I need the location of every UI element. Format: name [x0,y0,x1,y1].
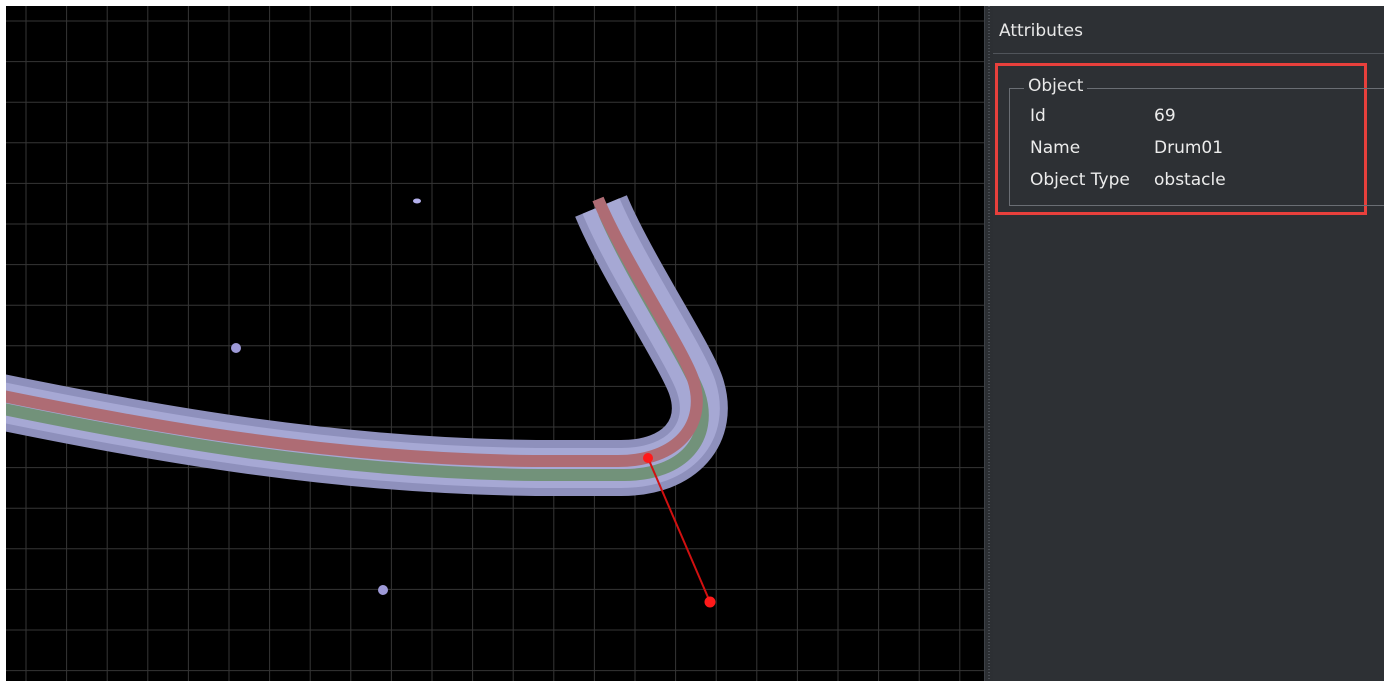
attributes-panel: Attributes Object Id 69 Name Drum01 Obje… [993,6,1384,681]
panel-splitter[interactable] [984,6,993,681]
scene-object-dot[interactable] [413,198,421,204]
scene-object-dot[interactable] [231,343,241,353]
scene-object-dot[interactable] [378,585,388,595]
scene-viewport[interactable] [6,6,984,681]
scene-canvas[interactable] [6,6,984,681]
panel-title: Attributes [993,6,1384,54]
attr-value[interactable]: 69 [1154,104,1176,128]
groupbox-title: Object [1024,76,1088,96]
road-path[interactable] [6,194,728,496]
attr-key: Object Type [1030,170,1130,190]
handle-anchor-point[interactable] [643,453,653,463]
handle-end-point[interactable] [704,596,716,608]
attr-value[interactable]: obstacle [1154,168,1226,192]
attr-value[interactable]: Drum01 [1154,136,1223,160]
grid [6,6,984,681]
attr-key: Id [1030,106,1046,126]
app-window: Attributes Object Id 69 Name Drum01 Obje… [0,0,1390,681]
attr-key: Name [1030,138,1081,158]
